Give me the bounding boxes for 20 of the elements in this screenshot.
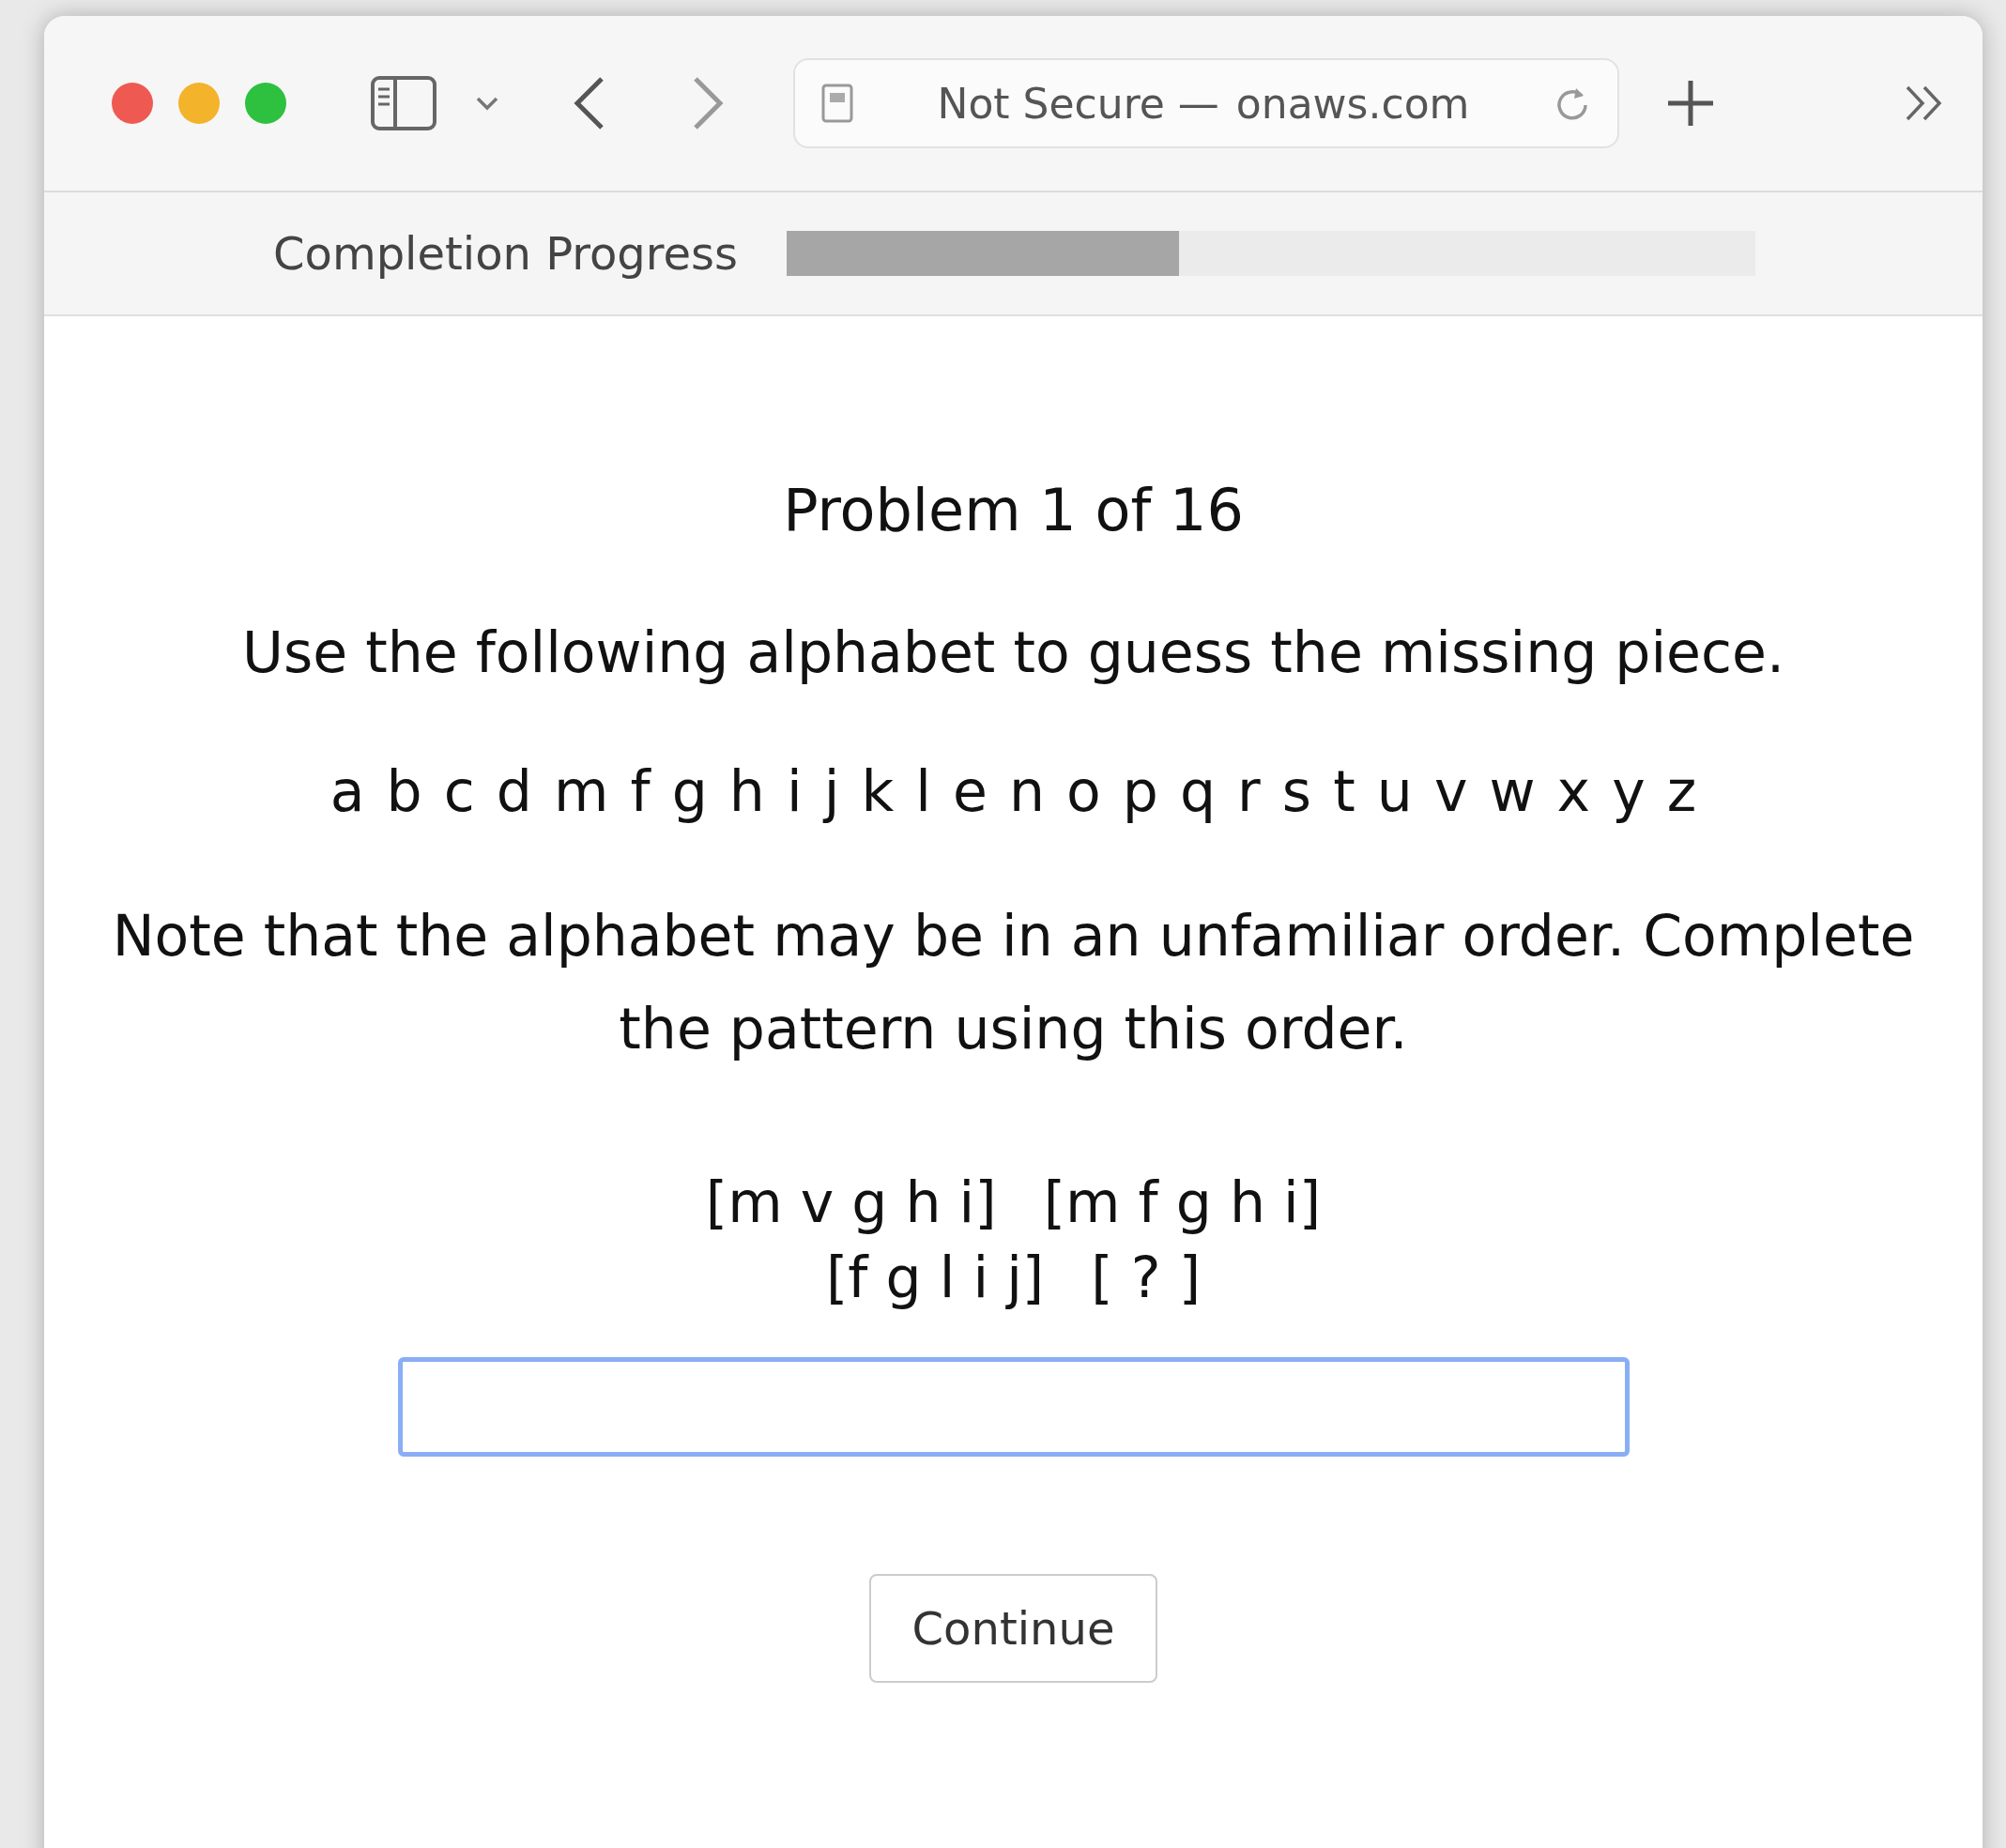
alphabet-text: a b c d m f g h i j k l e n o p q r s t u v w x y z [329, 758, 1697, 824]
zoom-button[interactable] [245, 83, 286, 124]
pattern-group: [ ? ] [1091, 1245, 1202, 1310]
minimize-button[interactable] [178, 83, 220, 124]
instruction-text: Use the following alphabet to guess the missing piece. [242, 619, 1784, 685]
pattern-group: [m v g h i] [705, 1169, 997, 1235]
answer-field[interactable] [397, 1357, 1630, 1457]
address-domain: onaws.com [1235, 79, 1470, 128]
close-button[interactable] [112, 83, 153, 124]
plus-icon[interactable] [1666, 79, 1715, 128]
problem-title: Problem 1 of 16 [783, 476, 1244, 544]
pattern-group: [m f g h i] [1043, 1169, 1322, 1235]
address-text: Not Secure — [937, 79, 1219, 128]
pattern-group: [f g l i j] [825, 1245, 1045, 1310]
address-bar[interactable]: Not Secure — onaws.com [793, 58, 1619, 148]
continue-button[interactable]: Continue [869, 1574, 1157, 1683]
page-icon [821, 84, 853, 123]
sidebar-icon[interactable] [371, 76, 436, 130]
note-text: Note that the alphabet may be in an unfamiliar order. Complete the pattern using this order. [111, 902, 1916, 1063]
progress-label: Completion Progress [273, 227, 739, 280]
